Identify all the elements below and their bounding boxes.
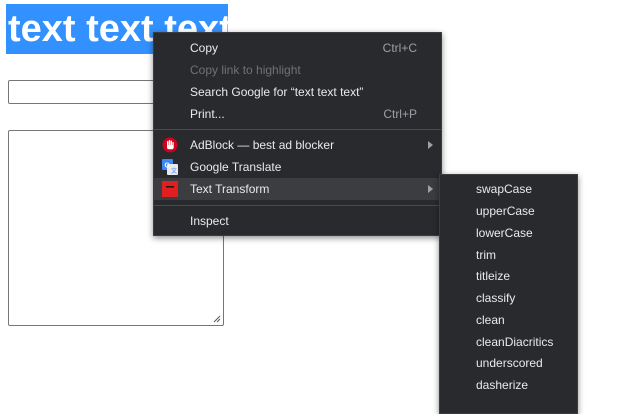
context-menu: Copy Ctrl+C Copy link to highlight Searc… [153, 32, 442, 236]
adblock-hand-icon [162, 137, 178, 153]
menu-item-label: Print... [190, 107, 225, 121]
submenu-item-label: upperCase [476, 203, 535, 218]
submenu-item-label: classify [476, 290, 516, 305]
menu-item-shortcut: Ctrl+P [383, 107, 417, 121]
menu-item-copy[interactable]: Copy Ctrl+C [154, 37, 441, 59]
submenu-item-lowercase[interactable]: lowerCase [440, 222, 577, 243]
menu-separator [154, 205, 441, 206]
submenu-item-label: swapCase [476, 181, 533, 196]
menu-item-search-google[interactable]: Search Google for “text text text” [154, 81, 441, 103]
submenu-item-label: cleanDiacritics [476, 334, 554, 349]
menu-item-shortcut: Ctrl+C [382, 41, 417, 55]
submenu-item-label: trim [476, 247, 496, 262]
submenu-item-label: titleize [476, 268, 511, 283]
submenu-item-titleize[interactable]: titleize [440, 265, 577, 286]
menu-item-print[interactable]: Print... Ctrl+P [154, 103, 441, 125]
resize-grip-icon[interactable] [213, 315, 221, 323]
submenu-item-label: dasherize [476, 377, 529, 392]
submenu-item-label: underscored [476, 355, 543, 370]
submenu-item-label: clean [476, 312, 505, 327]
menu-item-text-transform[interactable]: Text Transform [154, 178, 441, 200]
svg-text:文: 文 [171, 167, 177, 175]
submenu-item-cleandiacritics[interactable]: cleanDiacritics [440, 331, 577, 352]
menu-item-copy-link: Copy link to highlight [154, 59, 441, 81]
submenu-item-trim[interactable]: trim [440, 244, 577, 265]
submenu-item-label: lowerCase [476, 225, 533, 240]
text-transform-submenu: swapCase upperCase lowerCase trim titlei… [439, 174, 578, 414]
menu-item-label: Search Google for “text text text” [190, 85, 364, 99]
chevron-right-icon [428, 185, 433, 193]
text-input[interactable] [8, 80, 168, 104]
text-transform-icon [162, 181, 178, 197]
submenu-item-classify[interactable]: classify [440, 287, 577, 308]
submenu-item-underscored[interactable]: underscored [440, 352, 577, 373]
menu-item-label: Google Translate [190, 160, 282, 174]
menu-item-label: Inspect [190, 214, 229, 228]
menu-item-label: Copy link to highlight [190, 63, 301, 77]
chevron-right-icon [428, 141, 433, 149]
svg-text:G: G [165, 163, 171, 170]
menu-item-label: Copy [190, 41, 219, 55]
submenu-item-swapcase[interactable]: swapCase [440, 178, 577, 199]
submenu-item-clean[interactable]: clean [440, 309, 577, 330]
menu-item-google-translate[interactable]: G 文 Google Translate [154, 156, 441, 178]
menu-item-label: Text Transform [190, 182, 270, 196]
google-translate-icon: G 文 [162, 159, 178, 175]
submenu-item-uppercase[interactable]: upperCase [440, 200, 577, 221]
menu-item-adblock[interactable]: AdBlock — best ad blocker [154, 134, 441, 156]
menu-item-inspect[interactable]: Inspect [154, 210, 441, 232]
menu-separator [154, 129, 441, 130]
menu-item-label: AdBlock — best ad blocker [190, 138, 335, 152]
submenu-item-dasherize[interactable]: dasherize [440, 374, 577, 395]
